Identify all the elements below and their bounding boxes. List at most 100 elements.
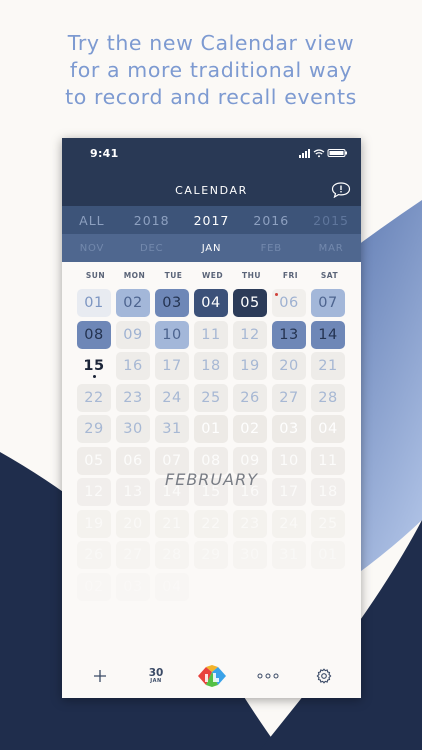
year-selector: ALL 2018 2017 2016 2015 <box>62 206 361 234</box>
screen-title: CALENDAR <box>175 184 248 197</box>
day-cell[interactable]: 11 <box>194 320 228 349</box>
headline-line-2: for a more traditional way <box>69 58 353 82</box>
year-tab-2015[interactable]: 2015 <box>301 213 361 228</box>
day-cell[interactable]: 05 <box>233 289 267 317</box>
add-entry-button[interactable] <box>86 662 114 690</box>
day-cell[interactable]: 02 <box>116 289 150 317</box>
weekday-thu: THU <box>242 271 261 280</box>
top-bar: 9:41 CALENDAR <box>62 138 361 206</box>
month-tab-dec[interactable]: DEC <box>122 243 182 254</box>
month-tab-jan[interactable]: JAN <box>182 243 242 254</box>
more-dots-icon <box>257 673 279 679</box>
promo-headline: Try the new Calendar view for a more tra… <box>0 30 422 111</box>
day-cell[interactable]: 27 <box>272 383 306 412</box>
day-cell[interactable]: 20 <box>116 509 150 538</box>
day-cell[interactable]: 28 <box>155 541 189 569</box>
day-cell[interactable]: 24 <box>155 383 189 412</box>
month-selector: NOV DEC JAN FEB MAR <box>62 234 361 262</box>
bottom-toolbar: 30 JAN <box>62 654 361 698</box>
day-cell[interactable]: 02 <box>77 572 111 601</box>
event-dot <box>275 293 278 296</box>
event-dot <box>92 375 96 378</box>
feedback-chat-icon[interactable] <box>331 182 351 198</box>
day-cell[interactable]: 24 <box>272 509 306 538</box>
day-cell[interactable]: 03 <box>155 289 189 317</box>
month-tab-mar[interactable]: MAR <box>301 243 361 254</box>
day-cell[interactable]: 04 <box>155 572 189 601</box>
day-cell[interactable]: 14 <box>311 320 345 349</box>
app-logo-icon <box>198 665 226 687</box>
day-cell[interactable]: 06 <box>272 289 306 317</box>
headline-line-3: to record and recall events <box>65 85 357 109</box>
day-cell[interactable]: 22 <box>77 383 111 412</box>
day-cell[interactable]: 28 <box>311 383 345 412</box>
day-cell[interactable]: 25 <box>194 383 228 412</box>
day-cell[interactable]: 04 <box>311 415 345 443</box>
year-tab-2018[interactable]: 2018 <box>122 213 182 228</box>
today-day: 30 <box>148 667 164 679</box>
day-cell[interactable]: 23 <box>233 509 267 538</box>
today-button[interactable]: 30 JAN <box>140 662 172 690</box>
battery-icon <box>327 149 347 157</box>
day-cell[interactable]: 31 <box>272 541 306 569</box>
month-tab-nov[interactable]: NOV <box>62 243 122 254</box>
wifi-icon <box>313 149 325 155</box>
day-cell[interactable]: 26 <box>77 541 111 569</box>
status-icons <box>299 149 347 158</box>
day-cell[interactable]: 02 <box>233 415 267 443</box>
today-month: JAN <box>150 678 162 684</box>
plus-icon <box>94 670 106 682</box>
weekday-mon: MON <box>123 271 146 280</box>
day-cell[interactable]: 16 <box>116 352 150 380</box>
day-cell[interactable]: 12 <box>233 320 267 349</box>
month-tab-feb[interactable]: FEB <box>241 243 301 254</box>
day-cell[interactable]: 15 <box>77 352 111 380</box>
day-cell[interactable]: 30 <box>116 415 150 443</box>
day-cell[interactable]: 18 <box>194 352 228 380</box>
day-cell[interactable]: 26 <box>233 383 267 412</box>
more-options-button[interactable] <box>254 662 282 690</box>
day-cell[interactable]: 03 <box>272 415 306 443</box>
year-tab-2016[interactable]: 2016 <box>241 213 301 228</box>
settings-button[interactable] <box>310 662 338 690</box>
app-logo-button[interactable] <box>194 662 230 690</box>
day-cell[interactable]: 27 <box>116 541 150 569</box>
day-cell[interactable]: 19 <box>233 352 267 380</box>
next-month-label: FEBRUARY <box>165 470 258 489</box>
day-cell[interactable]: 01 <box>311 541 345 569</box>
day-cell[interactable]: 01 <box>77 289 111 317</box>
day-cell[interactable]: 29 <box>77 415 111 443</box>
day-cell[interactable]: 21 <box>311 352 345 380</box>
day-cell[interactable]: 13 <box>272 320 306 349</box>
day-cell[interactable]: 20 <box>272 352 306 380</box>
gear-icon <box>316 668 332 684</box>
weekday-wed: WED <box>201 271 224 280</box>
day-cell[interactable]: 31 <box>155 415 189 443</box>
phone-screen: 9:41 CALENDAR ALL 2018 2017 2016 2015 NOV DEC… <box>62 138 361 698</box>
year-tab-2017[interactable]: 2017 <box>182 213 242 228</box>
day-cell[interactable]: 25 <box>311 509 345 538</box>
day-cell[interactable]: 17 <box>155 352 189 380</box>
day-cell[interactable]: 22 <box>194 509 228 538</box>
day-cell[interactable]: 04 <box>194 289 228 317</box>
weekday-sun: SUN <box>85 271 106 280</box>
day-cell[interactable]: 03 <box>116 572 150 601</box>
weekday-fri: FRI <box>282 271 299 280</box>
weekday-header: SUN MON TUE WED THU FRI SAT <box>76 271 349 280</box>
day-cell[interactable]: 23 <box>116 383 150 412</box>
year-tab-all[interactable]: ALL <box>62 213 122 228</box>
day-cell[interactable]: 01 <box>194 415 228 443</box>
day-cell[interactable]: 07 <box>311 289 345 317</box>
day-cell[interactable]: 10 <box>155 320 189 349</box>
day-cell[interactable]: 09 <box>116 320 150 349</box>
day-cell[interactable]: 29 <box>194 541 228 569</box>
day-cell[interactable]: 30 <box>233 541 267 569</box>
headline-line-1: Try the new Calendar view <box>67 31 355 55</box>
day-cell[interactable]: 21 <box>155 509 189 538</box>
status-time: 9:41 <box>90 147 119 160</box>
weekday-tue: TUE <box>164 271 183 280</box>
day-cell[interactable]: 08 <box>77 320 111 349</box>
signal-icon <box>299 149 310 158</box>
day-cell[interactable]: 19 <box>77 509 111 538</box>
weekday-sat: SAT <box>320 271 339 280</box>
